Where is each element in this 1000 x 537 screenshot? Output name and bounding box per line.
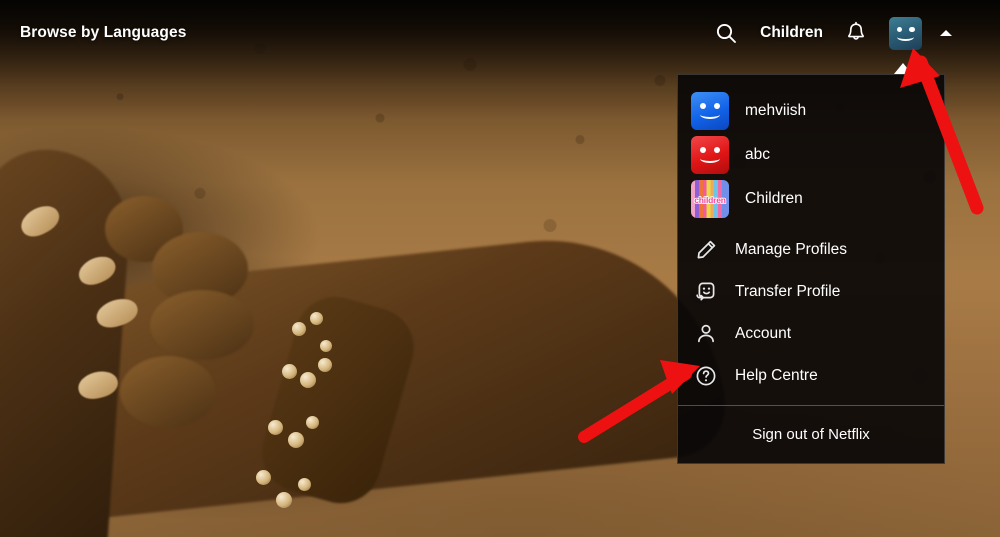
anklet-bell <box>300 372 316 388</box>
menu-item-transfer-profile[interactable]: Transfer Profile <box>678 271 944 313</box>
anklet-bell <box>320 340 332 352</box>
profile-smiley-red-icon <box>691 136 729 174</box>
pencil-icon <box>693 237 719 263</box>
anklet-bell <box>282 364 297 379</box>
bell-icon[interactable] <box>845 21 867 45</box>
anklet-bell <box>298 478 311 491</box>
browse-by-languages-link[interactable]: Browse by Languages <box>20 24 186 42</box>
person-icon <box>693 321 719 347</box>
menu-item-help-centre[interactable]: Help Centre <box>678 355 944 397</box>
profile-row-abc[interactable]: abc <box>678 133 944 177</box>
profile-dropdown-menu: mehviish abc children Children Manage Pr… <box>677 74 945 464</box>
avatar-smiley-icon[interactable] <box>889 16 922 50</box>
caret-up-icon[interactable] <box>940 30 952 36</box>
avatar-eye-right <box>909 26 915 32</box>
current-profile-label[interactable]: Children <box>760 24 823 42</box>
dropdown-pointer-icon <box>894 63 912 74</box>
profile-name: abc <box>745 146 770 163</box>
netflix-browse-screen: Browse by Languages Children mehviish ab… <box>0 0 1000 537</box>
anklet-bell <box>292 322 306 336</box>
search-icon[interactable] <box>714 21 738 45</box>
menu-item-label: Account <box>735 325 792 342</box>
anklet-bell <box>276 492 292 508</box>
anklet-bell <box>318 358 332 372</box>
profile-list: mehviish abc children Children <box>678 75 944 227</box>
question-circle-icon <box>693 363 719 389</box>
profile-row-mehviish[interactable]: mehviish <box>678 89 944 133</box>
knuckle-shape <box>120 356 216 428</box>
profile-eye-right <box>714 103 720 109</box>
anklet-bell <box>310 312 323 325</box>
top-navigation-bar: Browse by Languages Children <box>0 0 1000 66</box>
profile-kids-rainbow-icon: children <box>691 180 729 218</box>
kids-badge-text: children <box>693 194 726 206</box>
menu-item-account[interactable]: Account <box>678 313 944 355</box>
avatar-eye-left <box>896 26 902 32</box>
menu-item-list: Manage Profiles Transfer Profile Account… <box>678 227 944 405</box>
menu-item-label: Transfer Profile <box>735 283 841 300</box>
profile-smile <box>700 154 720 163</box>
nav-right-group: Children <box>714 16 952 50</box>
sign-out-button[interactable]: Sign out of Netflix <box>678 406 944 463</box>
anklet-bell <box>268 420 283 435</box>
transfer-profile-icon <box>693 279 719 305</box>
profile-smile <box>700 110 720 119</box>
knuckle-shape <box>150 290 254 360</box>
anklet-bell <box>306 416 319 429</box>
profile-name: Children <box>745 190 803 207</box>
avatar-smile <box>897 33 914 41</box>
profile-eye-left <box>700 147 706 153</box>
menu-item-manage-profiles[interactable]: Manage Profiles <box>678 229 944 271</box>
profile-name: mehviish <box>745 102 807 119</box>
menu-item-label: Manage Profiles <box>735 241 848 258</box>
menu-item-label: Help Centre <box>735 367 818 384</box>
anklet-bell <box>288 432 304 448</box>
profile-eye-left <box>700 103 706 109</box>
profile-smiley-blue-icon <box>691 92 729 130</box>
profile-eye-right <box>714 147 720 153</box>
profile-row-children[interactable]: children Children <box>678 177 944 221</box>
anklet-bell <box>256 470 271 485</box>
